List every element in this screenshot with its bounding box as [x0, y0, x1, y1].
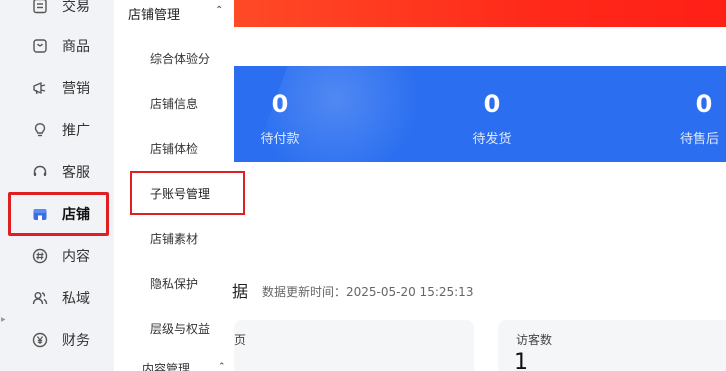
metric-card[interactable]: [234, 320, 474, 371]
document-icon: [31, 0, 49, 15]
users-icon: [31, 289, 49, 307]
lightbulb-icon: [31, 121, 49, 139]
stat-pending-payment-label: 待付款: [260, 132, 300, 147]
sidebar-item-label: 内容: [62, 249, 90, 265]
sidebar-item-label: 营销: [62, 81, 90, 97]
data-section-title: 据: [232, 282, 249, 301]
stat-pending-shipment-value[interactable]: 0: [462, 90, 522, 118]
top-banner[interactable]: [234, 0, 726, 27]
sidebar-item-trade[interactable]: 交易: [0, 0, 114, 26]
submenu-item-store-check[interactable]: 店铺体检: [150, 140, 198, 157]
left-sidebar: 交易 商品 营销 推广 客服 店铺 内容 私域 财务 ▶: [0, 0, 114, 371]
visitors-card-label: 访客数: [516, 333, 553, 347]
chevron-up-icon[interactable]: ⌃: [215, 5, 223, 16]
sidebar-item-promotion[interactable]: 推广: [0, 110, 114, 150]
megaphone-icon: [31, 79, 49, 97]
active-item-highlight-frame: [8, 192, 109, 236]
submenu-item-tier-benefits[interactable]: 层级与权益: [150, 320, 210, 337]
stat-after-sales-label: 待售后: [680, 132, 720, 147]
yen-icon: [31, 331, 49, 349]
stat-pending-payment-value[interactable]: 0: [250, 90, 310, 118]
submenu-header[interactable]: 店铺管理: [128, 4, 180, 23]
sidebar-item-label: 客服: [62, 165, 90, 181]
sidebar-item-label: 私域: [62, 291, 90, 307]
sidebar-item-private-domain[interactable]: 私域: [0, 278, 114, 318]
submenu-item-experience-score[interactable]: 综合体验分: [150, 50, 210, 67]
submenu-item-privacy[interactable]: 隐私保护: [150, 275, 198, 292]
data-update-time: 数据更新时间：2025-05-20 15:25:13: [262, 285, 474, 299]
stat-pending-shipment-label: 待发货: [472, 132, 512, 147]
sidebar-item-label: 财务: [62, 333, 90, 349]
submenu-item-store-info[interactable]: 店铺信息: [150, 95, 198, 112]
hashtag-icon: [31, 247, 49, 265]
sidebar-item-finance[interactable]: 财务: [0, 320, 114, 360]
collapse-arrow-icon[interactable]: ▶: [1, 316, 6, 323]
visitors-card-value: 1: [514, 350, 528, 371]
sidebar-item-label: 交易: [62, 0, 90, 15]
stat-after-sales-value[interactable]: 0: [674, 90, 726, 118]
submenu-item-store-assets[interactable]: 店铺素材: [150, 230, 198, 247]
subaccount-highlight-frame: [130, 171, 245, 215]
bag-icon: [31, 37, 49, 55]
sidebar-item-content[interactable]: 内容: [0, 236, 114, 276]
submenu-group-content-management[interactable]: 内容管理: [142, 360, 190, 371]
sidebar-item-marketing[interactable]: 营销: [0, 68, 114, 108]
sidebar-item-label: 推广: [62, 123, 90, 139]
sidebar-item-goods[interactable]: 商品: [0, 26, 114, 66]
sidebar-item-service[interactable]: 客服: [0, 152, 114, 192]
sidebar-item-label: 商品: [62, 39, 90, 55]
chevron-down-icon[interactable]: ⌃: [218, 362, 226, 371]
metric-card-label: 页: [234, 333, 247, 347]
headset-icon: [31, 163, 49, 181]
